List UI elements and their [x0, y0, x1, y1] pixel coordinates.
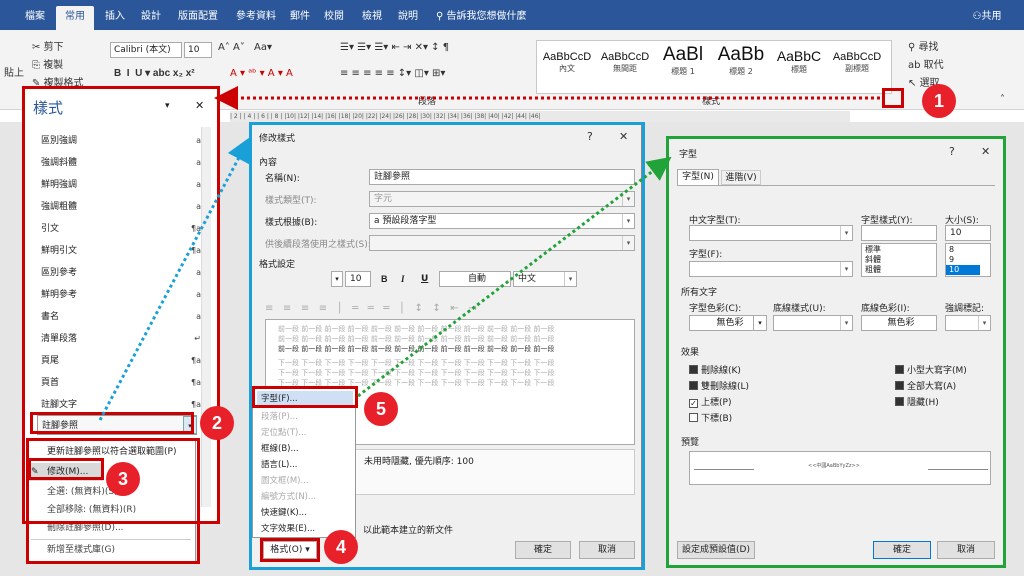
- step-badge-4: 4: [324, 530, 358, 564]
- arrow-step5: [357, 156, 672, 398]
- step-badge-1: 1: [922, 84, 956, 118]
- step-badge-5: 5: [364, 392, 398, 426]
- arrow-step3: [98, 137, 250, 421]
- annotation-arrows: [98, 86, 880, 421]
- step-badge-3: 3: [106, 462, 140, 496]
- step-badge-2: 2: [200, 406, 234, 440]
